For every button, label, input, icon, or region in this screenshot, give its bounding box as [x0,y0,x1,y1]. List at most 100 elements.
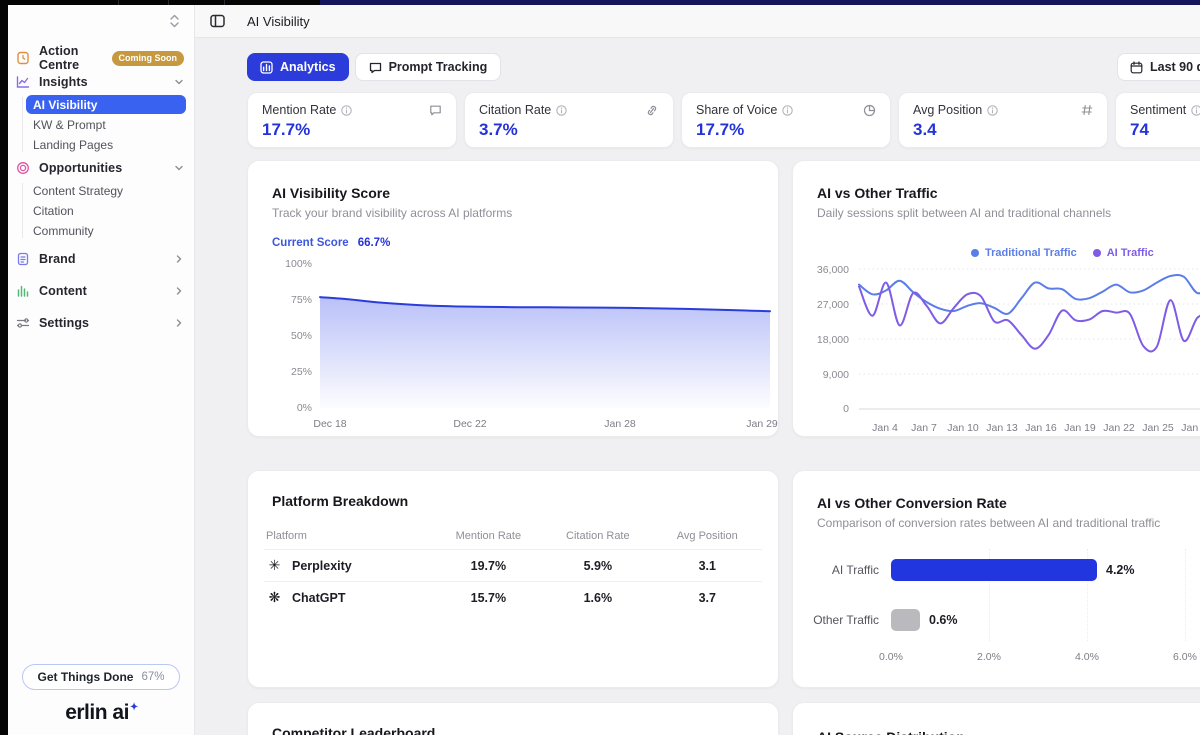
card-title: AI vs Other Traffic [817,185,938,201]
chevron-down-icon [174,77,184,87]
browser-tab-strip [0,0,320,5]
ai-vs-other-traffic-card: AI vs Other Traffic Daily sessions split… [792,160,1200,437]
sidebar-item-ai-visibility[interactable]: AI Visibility [26,95,186,114]
sidebar-item-opportunities[interactable]: Opportunities [8,157,194,179]
sidebar-item-community[interactable]: Community [26,221,186,240]
app-window: Action Centre Coming Soon Insights AI Vi… [0,0,1200,735]
main-area: AI Visibility Analytics Prompt Tracking [195,5,1200,735]
clipboard-clock-icon [16,51,30,65]
ai-traffic-dot [1092,249,1101,257]
info-icon[interactable] [782,104,794,116]
metric-card-mention-rate: Mention Rate 17.7% [247,92,457,148]
chat-bubble-icon [369,61,382,74]
sidebar-item-label: Brand [39,252,76,266]
table-row-perplexity: ✳ Perplexity 19.7% 5.9% 3.1 [264,549,762,581]
coming-soon-badge: Coming Soon [111,50,184,66]
conversion-chart: AI Traffic 4.2% Other Traffic 0.6% 0.0% … [793,549,1200,669]
document-icon [16,252,30,266]
metric-value: 17.7% [696,120,745,139]
traffic-chart: 36,000 27,000 18,000 9,000 0 Jan 4 Jan 7… [793,264,1200,436]
metric-value: 17.7% [262,120,311,139]
metric-value: 74 [1130,120,1149,139]
info-icon[interactable] [987,104,999,116]
calendar-icon [1130,60,1143,74]
sidebar-nav: Action Centre Coming Soon Insights AI Vi… [8,39,194,334]
ai-vs-other-conversion-card: AI vs Other Conversion Rate Comparison o… [792,470,1200,688]
metric-value: 3.7% [479,120,518,139]
screen-left-edge [0,0,8,735]
sidebar: Action Centre Coming Soon Insights AI Vi… [8,5,195,735]
dashboard-content: Analytics Prompt Tracking Last 90 days M… [195,38,1200,735]
ai-traffic-bar [891,559,1097,581]
insights-subgroup: AI Visibility KW & Prompt Landing Pages [8,95,194,154]
visibility-score-chart: 100% 75% 50% 25% 0% Dec 18 Dec 22 Jan 28… [285,258,778,430]
view-tabs: Analytics Prompt Tracking [247,53,502,81]
target-icon [16,161,30,175]
sidebar-item-label: Opportunities [39,161,123,175]
hash-icon [1081,104,1093,116]
opportunities-subgroup: Content Strategy Citation Community [8,181,194,240]
sidebar-item-label: Insights [39,75,88,89]
page-header: AI Visibility [195,5,1200,38]
sidebar-item-citation[interactable]: Citation [26,201,186,220]
sparkle-icon: ✦ [129,702,138,713]
get-things-done-button[interactable]: Get Things Done 67% [22,664,180,690]
metric-value: 3.4 [913,120,937,139]
link-icon [645,104,659,117]
sidebar-item-kw-prompt[interactable]: KW & Prompt [26,115,186,134]
table-row-chatgpt: ❋ ChatGPT 15.7% 1.6% 3.7 [264,581,762,613]
info-icon[interactable] [1191,104,1200,116]
pie-icon [863,104,876,117]
table-header: Platform Mention Rate Citation Rate Avg … [266,530,738,542]
card-subtitle: Daily sessions split between AI and trad… [817,206,1112,220]
sidebar-item-label: Action Centre [39,44,80,72]
sidebar-item-content[interactable]: Content [8,280,194,302]
perplexity-icon: ✳ [268,557,281,573]
platform-breakdown-card: Platform Breakdown Platform Mention Rate… [247,470,779,688]
chevron-up-down-icon[interactable] [169,14,180,28]
sidebar-item-content-strategy[interactable]: Content Strategy [26,181,186,200]
area-chart-svg [319,296,771,408]
message-icon [429,104,442,117]
sidebar-item-brand[interactable]: Brand [8,248,194,270]
card-title: AI vs Other Conversion Rate [817,495,1007,511]
competitor-leaderboard-card: Competitor Leaderboard [247,702,779,735]
metric-card-avg-position: Avg Position 3.4 [898,92,1108,148]
chevron-right-icon [174,286,184,296]
sidebar-item-landing-pages[interactable]: Landing Pages [26,135,186,154]
line-chart-icon [16,75,30,89]
bar-chart-icon [260,60,273,74]
ai-source-distribution-card: AI Source Distribution [792,702,1200,735]
chevron-right-icon [174,254,184,264]
traditional-traffic-dot [971,249,979,257]
sidebar-footer: Get Things Done 67% erlin ai✦ [8,664,194,725]
bars-icon [16,284,30,298]
sidebar-item-insights[interactable]: Insights [8,71,194,93]
card-subtitle: Track your brand visibility across AI pl… [272,206,513,220]
metric-card-sentiment: Sentiment 74 [1115,92,1200,148]
card-title: AI Source Distribution [817,729,1200,735]
chevron-down-icon [174,163,184,173]
date-range-button[interactable]: Last 90 days [1117,53,1200,81]
bar-row-other-traffic: Other Traffic 0.6% [793,609,1200,631]
workspace-selector[interactable] [8,5,194,39]
card-title: AI Visibility Score [272,185,391,201]
card-subtitle: Comparison of conversion rates between A… [817,516,1161,530]
tab-prompt-tracking[interactable]: Prompt Tracking [354,53,502,81]
traffic-legend: Traditional Traffic AI Traffic [971,247,1154,259]
bar-row-ai-traffic: AI Traffic 4.2% [793,559,1200,581]
sidebar-item-label: Settings [39,316,90,330]
tab-analytics[interactable]: Analytics [247,53,349,81]
info-icon[interactable] [341,104,353,116]
platform-table: Platform Mention Rate Citation Rate Avg … [264,523,762,613]
info-icon[interactable] [556,104,568,116]
current-score: Current Score 66.7% [272,237,391,249]
chevron-right-icon [174,318,184,328]
chatgpt-icon: ❋ [268,589,281,605]
sidebar-item-settings[interactable]: Settings [8,312,194,334]
get-things-done-percent: 67% [141,671,165,683]
sidebar-item-action-centre[interactable]: Action Centre Coming Soon [8,44,194,72]
other-traffic-bar [891,609,920,631]
sidebar-toggle-icon[interactable] [209,13,225,29]
metric-card-citation-rate: Citation Rate 3.7% [464,92,674,148]
